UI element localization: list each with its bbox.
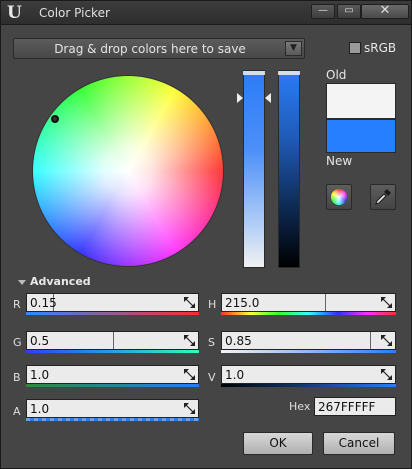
value-slider[interactable] <box>278 70 300 268</box>
old-color-label: Old <box>326 68 347 82</box>
value-slider-handle[interactable] <box>278 71 300 75</box>
cancel-button[interactable]: Cancel <box>323 432 395 455</box>
hex-value: 267FFFFF <box>318 400 376 414</box>
saved-colors-dropdown[interactable]: Drag & drop colors here to save ▼ <box>13 38 305 59</box>
color-wheel-cursor[interactable] <box>51 115 59 123</box>
restore-button[interactable]: ▭ <box>337 4 361 19</box>
new-color-label: New <box>326 154 353 168</box>
resize-arrows-icon[interactable] <box>184 335 195 346</box>
window-title: Color Picker <box>39 6 110 20</box>
blue-channel-label: B <box>13 371 21 384</box>
unreal-logo-icon: U <box>7 3 22 23</box>
srgb-label: sRGB <box>364 41 397 55</box>
saved-colors-label: Drag & drop colors here to save <box>54 42 246 56</box>
hue-channel-field[interactable]: 215.0 <box>221 293 396 312</box>
close-button[interactable]: ✕ <box>361 4 409 19</box>
saturation-channel-value: 0.85 <box>225 334 252 348</box>
hue-channel-marker <box>325 294 326 311</box>
srgb-checkbox[interactable] <box>349 42 361 54</box>
advanced-label: Advanced <box>30 275 91 288</box>
resize-arrows-icon[interactable] <box>184 297 195 308</box>
eyedropper-button[interactable] <box>370 184 396 210</box>
blue-channel-strip <box>26 384 199 387</box>
resize-arrows-icon[interactable] <box>184 369 195 380</box>
saturation-channel-field[interactable]: 0.85 <box>221 331 396 350</box>
value-channel-label: V <box>208 371 216 384</box>
red-channel-value: 0.15 <box>30 296 57 310</box>
alpha-channel-strip <box>26 418 199 421</box>
green-channel-strip <box>26 350 199 353</box>
chevron-down-icon[interactable]: ▼ <box>285 41 302 56</box>
hex-label: Hex <box>289 400 311 413</box>
chevron-down-icon <box>18 279 26 285</box>
resize-arrows-icon[interactable] <box>381 335 392 346</box>
new-color-swatch <box>326 119 396 153</box>
advanced-section-toggle[interactable]: Advanced <box>18 275 91 288</box>
ok-button[interactable]: OK <box>243 432 313 455</box>
alpha-channel-value: 1.0 <box>30 402 50 416</box>
blue-channel-field[interactable]: 1.0 <box>26 365 199 384</box>
hue-channel-label: H <box>208 298 217 311</box>
resize-arrows-icon[interactable] <box>381 369 392 380</box>
color-wheel-mode-button[interactable] <box>326 184 352 210</box>
red-channel-strip <box>26 312 199 315</box>
resize-arrows-icon[interactable] <box>381 297 392 308</box>
resize-arrows-icon[interactable] <box>184 403 195 414</box>
title-bar[interactable]: U Color Picker — ▭ ✕ <box>1 1 411 25</box>
saturation-slider-handle[interactable] <box>243 71 265 75</box>
color-picker-window: U Color Picker — ▭ ✕ Drag & drop colors … <box>0 0 412 469</box>
saturation-channel-label: S <box>208 336 215 349</box>
red-channel-field[interactable]: 0.15 <box>26 293 199 312</box>
color-wheel[interactable] <box>33 76 223 266</box>
eyedropper-icon <box>375 189 391 205</box>
saturation-channel-marker <box>370 332 371 349</box>
red-channel-label: R <box>13 298 21 311</box>
saturation-slider[interactable] <box>243 70 265 268</box>
alpha-channel-label: A <box>13 405 21 418</box>
value-channel-value: 1.0 <box>225 368 245 382</box>
saturation-channel-strip <box>221 350 396 353</box>
saturation-marker-left-icon <box>237 93 243 103</box>
value-channel-field[interactable]: 1.0 <box>221 365 396 384</box>
hue-channel-strip <box>221 312 396 315</box>
hex-input[interactable]: 267FFFFF <box>314 397 396 416</box>
green-channel-label: G <box>13 336 22 349</box>
color-wheel-icon <box>331 189 347 205</box>
minimize-button[interactable]: — <box>311 4 335 19</box>
green-channel-value: 0.5 <box>30 334 50 348</box>
hue-channel-value: 215.0 <box>225 296 260 310</box>
value-channel-strip <box>221 384 396 387</box>
old-color-swatch <box>326 83 396 119</box>
blue-channel-value: 1.0 <box>30 368 50 382</box>
green-channel-marker <box>113 332 114 349</box>
green-channel-field[interactable]: 0.5 <box>26 331 199 350</box>
alpha-channel-field[interactable]: 1.0 <box>26 399 199 418</box>
saturation-marker-right-icon <box>265 93 271 103</box>
